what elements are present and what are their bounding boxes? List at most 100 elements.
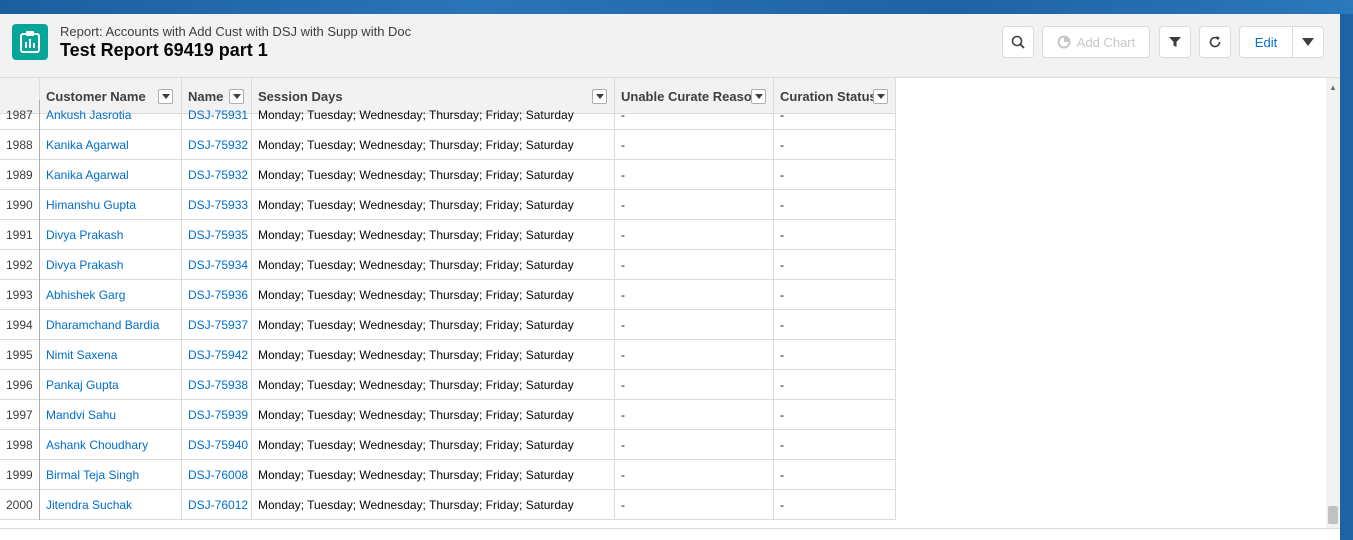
dsj-name-link[interactable]: DSJ-75934 (182, 250, 252, 280)
curation-status-cell: - (774, 370, 896, 400)
edit-button[interactable]: Edit (1239, 26, 1293, 58)
search-button[interactable] (1002, 26, 1034, 58)
report-icon (12, 24, 48, 60)
dsj-name-link[interactable]: DSJ-75940 (182, 430, 252, 460)
curation-status-cell: - (774, 100, 896, 130)
dsj-name-link[interactable]: DSJ-75939 (182, 400, 252, 430)
curation-status-cell: - (774, 160, 896, 190)
dsj-name-link[interactable]: DSJ-75938 (182, 370, 252, 400)
table-row: 2000 Jitendra Suchak DSJ-76012 Monday; Tues… (0, 490, 896, 520)
report-table: Customer Name Name Session Days Unable C… (0, 78, 1326, 540)
curation-status-cell: - (774, 400, 896, 430)
customer-name-link[interactable]: Pankaj Gupta (40, 370, 182, 400)
bottom-edge (0, 528, 1340, 540)
row-number: 1987 (0, 100, 40, 130)
vertical-scrollbar[interactable]: ▲ ▼ (1326, 78, 1340, 540)
session-days-cell: Monday; Tuesday; Wednesday; Thursday; Fr… (252, 100, 615, 130)
session-days-cell: Monday; Tuesday; Wednesday; Thursday; Fr… (252, 370, 615, 400)
row-number: 1988 (0, 130, 40, 160)
customer-name-link[interactable]: Ashank Choudhary (40, 430, 182, 460)
customer-name-link[interactable]: Birmal Teja Singh (40, 460, 182, 490)
session-days-cell: Monday; Tuesday; Wednesday; Thursday; Fr… (252, 490, 615, 520)
customer-name-link[interactable]: Dharamchand Bardia (40, 310, 182, 340)
table-row: 1990 Himanshu Gupta DSJ-75933 Monday; Tuesd… (0, 190, 896, 220)
search-icon (1011, 35, 1025, 49)
chart-icon (1057, 35, 1071, 49)
curation-status-cell: - (774, 280, 896, 310)
unable-curate-reason-cell: - (615, 370, 774, 400)
unable-curate-reason-cell: - (615, 280, 774, 310)
table-row: 1997 Mandvi Sahu DSJ-75939 Monday; Tuesday;… (0, 400, 896, 430)
dsj-name-link[interactable]: DSJ-75935 (182, 220, 252, 250)
report-header: Report: Accounts with Add Cust with DSJ … (0, 14, 1340, 78)
report-frame: Report: Accounts with Add Cust with DSJ … (0, 14, 1340, 540)
filter-icon (1169, 37, 1181, 47)
customer-name-link[interactable]: Mandvi Sahu (40, 400, 182, 430)
dsj-name-link[interactable]: DSJ-75932 (182, 130, 252, 160)
curation-status-cell: - (774, 430, 896, 460)
row-number: 1997 (0, 400, 40, 430)
row-number: 1990 (0, 190, 40, 220)
curation-status-cell: - (774, 490, 896, 520)
scroll-up-icon[interactable]: ▲ (1328, 82, 1338, 92)
unable-curate-reason-cell: - (615, 430, 774, 460)
customer-name-link[interactable]: Divya Prakash (40, 220, 182, 250)
dsj-name-link[interactable]: DSJ-75931 (182, 100, 252, 130)
curation-status-cell: - (774, 130, 896, 160)
row-number: 1998 (0, 430, 40, 460)
row-number: 1999 (0, 460, 40, 490)
session-days-cell: Monday; Tuesday; Wednesday; Thursday; Fr… (252, 250, 615, 280)
customer-name-link[interactable]: Nimit Saxena (40, 340, 182, 370)
customer-name-link[interactable]: Kanika Agarwal (40, 160, 182, 190)
curation-status-cell: - (774, 340, 896, 370)
refresh-button[interactable] (1199, 26, 1231, 58)
table-row: 1994 Dharamchand Bardia DSJ-75937 Monday; T… (0, 310, 896, 340)
unable-curate-reason-cell: - (615, 460, 774, 490)
more-actions-button[interactable] (1292, 26, 1324, 58)
dsj-name-link[interactable]: DSJ-75942 (182, 340, 252, 370)
session-days-cell: Monday; Tuesday; Wednesday; Thursday; Fr… (252, 190, 615, 220)
dsj-name-link[interactable]: DSJ-76008 (182, 460, 252, 490)
customer-name-link[interactable]: Abhishek Garg (40, 280, 182, 310)
row-number: 1993 (0, 280, 40, 310)
dsj-name-link[interactable]: DSJ-75936 (182, 280, 252, 310)
scrollbar-thumb[interactable] (1328, 506, 1338, 524)
unable-curate-reason-cell: - (615, 190, 774, 220)
table-row: 1996 Pankaj Gupta DSJ-75938 Monday; Tuesday… (0, 370, 896, 400)
session-days-cell: Monday; Tuesday; Wednesday; Thursday; Fr… (252, 460, 615, 490)
session-days-cell: Monday; Tuesday; Wednesday; Thursday; Fr… (252, 400, 615, 430)
customer-name-link[interactable]: Divya Prakash (40, 250, 182, 280)
session-days-cell: Monday; Tuesday; Wednesday; Thursday; Fr… (252, 310, 615, 340)
session-days-cell: Monday; Tuesday; Wednesday; Thursday; Fr… (252, 430, 615, 460)
table-row: 1999 Birmal Teja Singh DSJ-76008 Monday; Tu… (0, 460, 896, 490)
session-days-cell: Monday; Tuesday; Wednesday; Thursday; Fr… (252, 280, 615, 310)
curation-status-cell: - (774, 460, 896, 490)
curation-status-cell: - (774, 220, 896, 250)
row-number: 1996 (0, 370, 40, 400)
dsj-name-link[interactable]: DSJ-75932 (182, 160, 252, 190)
unable-curate-reason-cell: - (615, 220, 774, 250)
unable-curate-reason-cell: - (615, 100, 774, 130)
customer-name-link[interactable]: Ankush Jasrotia (40, 100, 182, 130)
dsj-name-link[interactable]: DSJ-76012 (182, 490, 252, 520)
page-edge (1340, 14, 1353, 540)
unable-curate-reason-cell: - (615, 490, 774, 520)
unable-curate-reason-cell: - (615, 160, 774, 190)
dsj-name-link[interactable]: DSJ-75937 (182, 310, 252, 340)
row-number: 1995 (0, 340, 40, 370)
table-row: 1991 Divya Prakash DSJ-75935 Monday; Tuesda… (0, 220, 896, 250)
top-banner (0, 0, 1353, 14)
customer-name-link[interactable]: Jitendra Suchak (40, 490, 182, 520)
row-number: 1994 (0, 310, 40, 340)
dsj-name-link[interactable]: DSJ-75933 (182, 190, 252, 220)
row-number: 2000 (0, 490, 40, 520)
add-chart-label: Add Chart (1076, 34, 1136, 50)
table-row: 1989 Kanika Agarwal DSJ-75932 Monday; Tuesd… (0, 160, 896, 190)
customer-name-link[interactable]: Himanshu Gupta (40, 190, 182, 220)
refresh-icon (1209, 36, 1221, 48)
session-days-cell: Monday; Tuesday; Wednesday; Thursday; Fr… (252, 220, 615, 250)
customer-name-link[interactable]: Kanika Agarwal (40, 130, 182, 160)
session-days-cell: Monday; Tuesday; Wednesday; Thursday; Fr… (252, 340, 615, 370)
add-chart-button[interactable]: Add Chart (1042, 26, 1150, 58)
filter-button[interactable] (1159, 26, 1191, 58)
